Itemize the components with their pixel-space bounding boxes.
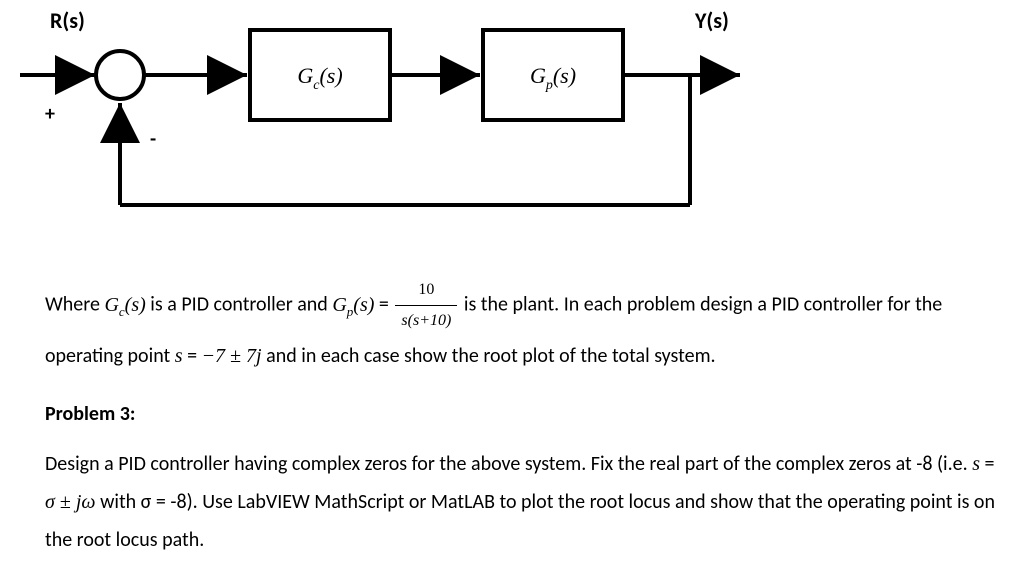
plus-sign: + bbox=[45, 102, 55, 126]
summing-junction bbox=[96, 51, 144, 99]
problem-heading: Problem 3: bbox=[45, 395, 995, 433]
input-signal-label: R(s) bbox=[50, 10, 85, 34]
block-diagram: R(s) Y(s) + - Gc(s) Gp(s) bbox=[10, 10, 760, 240]
minus-sign: - bbox=[150, 127, 156, 151]
controller-label: Gc(s) bbox=[297, 63, 342, 93]
output-signal-label: Y(s) bbox=[694, 10, 729, 34]
plant-label: Gp(s) bbox=[530, 63, 576, 93]
problem-paragraph: Design a PID controller having complex z… bbox=[45, 445, 995, 559]
description-paragraph: Where Gc(s) is a PID controller and Gp(s… bbox=[45, 275, 995, 375]
